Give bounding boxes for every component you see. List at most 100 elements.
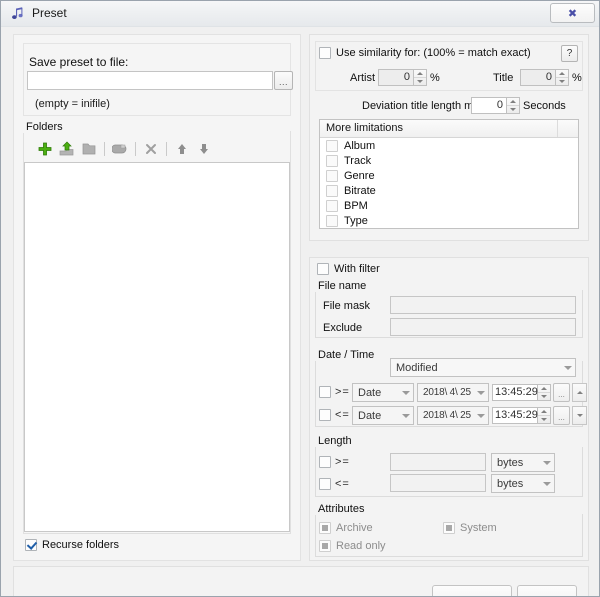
remove-icon[interactable] [140, 138, 162, 160]
list-item[interactable]: Track [320, 153, 578, 168]
date-ge-checkbox[interactable] [319, 386, 331, 398]
attribute-readonly-row[interactable]: Read only [319, 540, 386, 552]
exclude-label: Exclude [323, 322, 362, 334]
length-ge-input[interactable] [390, 453, 486, 471]
add-folder-up-icon[interactable] [56, 138, 78, 160]
music-note-icon [10, 6, 26, 22]
with-filter-row[interactable]: With filter [317, 263, 380, 275]
date-time-legend: Date / Time [315, 349, 377, 361]
attribute-system-row[interactable]: System [443, 522, 497, 534]
move-down-icon[interactable] [193, 138, 215, 160]
add-folder-icon[interactable] [34, 138, 56, 160]
chevron-down-icon [477, 414, 485, 418]
title-bar: Preset ✖ [1, 1, 600, 27]
date-ge-operator: >= [335, 386, 350, 398]
deviation-unit-label: Seconds [523, 100, 566, 112]
deviation-spin-down[interactable] [507, 106, 519, 113]
chevron-down-icon [402, 414, 410, 418]
date-le-operator: <= [335, 409, 350, 421]
recurse-folders-row[interactable]: Recurse folders [25, 539, 119, 551]
limit-genre-checkbox[interactable] [326, 170, 338, 182]
date-le-time-up[interactable] [538, 408, 550, 416]
length-le-input[interactable] [390, 474, 486, 492]
artist-spin-buttons[interactable] [414, 69, 427, 86]
length-le-checkbox[interactable] [319, 478, 331, 490]
title-spin-buttons[interactable] [556, 69, 569, 86]
more-limitations-list[interactable]: More limitations Album Track Genre Bitra… [319, 119, 579, 229]
attribute-readonly-label: Read only [336, 540, 386, 552]
toolbar-separator-1 [104, 142, 105, 156]
list-item[interactable]: Bitrate [320, 183, 578, 198]
deviation-spin-up[interactable] [507, 98, 519, 106]
title-similarity-value[interactable]: 0 [520, 69, 556, 86]
artist-similarity-value[interactable]: 0 [378, 69, 414, 86]
artist-similarity-stepper[interactable]: 0 [378, 69, 427, 86]
date-ge-date-picker[interactable]: 2018\ 4\ 25 [417, 383, 489, 402]
date-le-checkbox[interactable] [319, 409, 331, 421]
browse-button[interactable]: ... [274, 71, 293, 90]
more-limitations-header-col2 [558, 120, 578, 137]
title-similarity-stepper[interactable]: 0 [520, 69, 569, 86]
date-ge-time-up[interactable] [538, 385, 550, 393]
use-similarity-row[interactable]: Use similarity for: (100% = match exact) [319, 47, 531, 59]
use-similarity-checkbox[interactable] [319, 47, 331, 59]
list-item[interactable]: Genre [320, 168, 578, 183]
length-ge-checkbox[interactable] [319, 456, 331, 468]
attribute-archive-row[interactable]: Archive [319, 522, 373, 534]
file-mask-input[interactable] [390, 296, 576, 314]
date-le-browse-button[interactable]: ... [553, 406, 570, 425]
cancel-button[interactable] [517, 585, 577, 597]
attribute-system-checkbox[interactable] [443, 522, 455, 534]
date-ge-time-value[interactable]: 13:45:29 [492, 384, 538, 401]
limit-bitrate-checkbox[interactable] [326, 185, 338, 197]
with-filter-checkbox[interactable] [317, 263, 329, 275]
title-spin-down[interactable] [556, 78, 568, 85]
date-ge-browse-button[interactable]: ... [553, 383, 570, 402]
attribute-archive-checkbox[interactable] [319, 522, 331, 534]
move-up-icon[interactable] [171, 138, 193, 160]
deviation-spin-buttons[interactable] [507, 97, 520, 114]
with-filter-label: With filter [334, 263, 380, 275]
title-spin-up[interactable] [556, 70, 568, 78]
deviation-value[interactable]: 0 [471, 97, 507, 114]
length-ge-unit-value: bytes [497, 457, 523, 469]
limit-bitrate-label: Bitrate [344, 185, 376, 197]
date-ge-time-stepper[interactable]: 13:45:29 [492, 384, 551, 401]
attribute-archive-label: Archive [336, 522, 373, 534]
date-ge-time-spin[interactable] [538, 384, 551, 401]
date-ge-kind-combo[interactable]: Date [352, 383, 414, 402]
folder-icon[interactable] [78, 138, 100, 160]
close-button[interactable]: ✖ [550, 3, 595, 23]
list-item[interactable]: BPM [320, 198, 578, 213]
artist-spin-down[interactable] [414, 78, 426, 85]
artist-spin-up[interactable] [414, 70, 426, 78]
date-le-time-value[interactable]: 13:45:29 [492, 407, 538, 424]
date-ge-time-down[interactable] [538, 393, 550, 400]
file-name-legend: File name [315, 280, 369, 292]
date-rows-spin-down[interactable] [572, 406, 587, 425]
list-item[interactable]: Album [320, 138, 578, 153]
list-item[interactable]: Type [320, 213, 578, 228]
recurse-folders-checkbox[interactable] [25, 539, 37, 551]
limit-track-checkbox[interactable] [326, 155, 338, 167]
help-button[interactable]: ? [561, 45, 578, 62]
drive-icon[interactable] [109, 138, 131, 160]
date-le-date-picker[interactable]: 2018\ 4\ 25 [417, 406, 489, 425]
attribute-readonly-checkbox[interactable] [319, 540, 331, 552]
limit-album-checkbox[interactable] [326, 140, 338, 152]
deviation-stepper[interactable]: 0 [471, 97, 520, 114]
date-time-mode-combo[interactable]: Modified [390, 358, 576, 377]
date-le-time-down[interactable] [538, 416, 550, 423]
save-preset-input[interactable] [27, 71, 273, 90]
limit-bpm-checkbox[interactable] [326, 200, 338, 212]
exclude-input[interactable] [390, 318, 576, 336]
limit-type-checkbox[interactable] [326, 215, 338, 227]
length-ge-unit-combo[interactable]: bytes [491, 453, 555, 472]
length-le-unit-combo[interactable]: bytes [491, 474, 555, 493]
folders-list[interactable] [24, 162, 290, 532]
date-rows-spin-up[interactable] [572, 383, 587, 402]
date-le-time-stepper[interactable]: 13:45:29 [492, 407, 551, 424]
date-le-time-spin[interactable] [538, 407, 551, 424]
ok-button[interactable] [432, 585, 512, 597]
date-le-kind-combo[interactable]: Date [352, 406, 414, 425]
